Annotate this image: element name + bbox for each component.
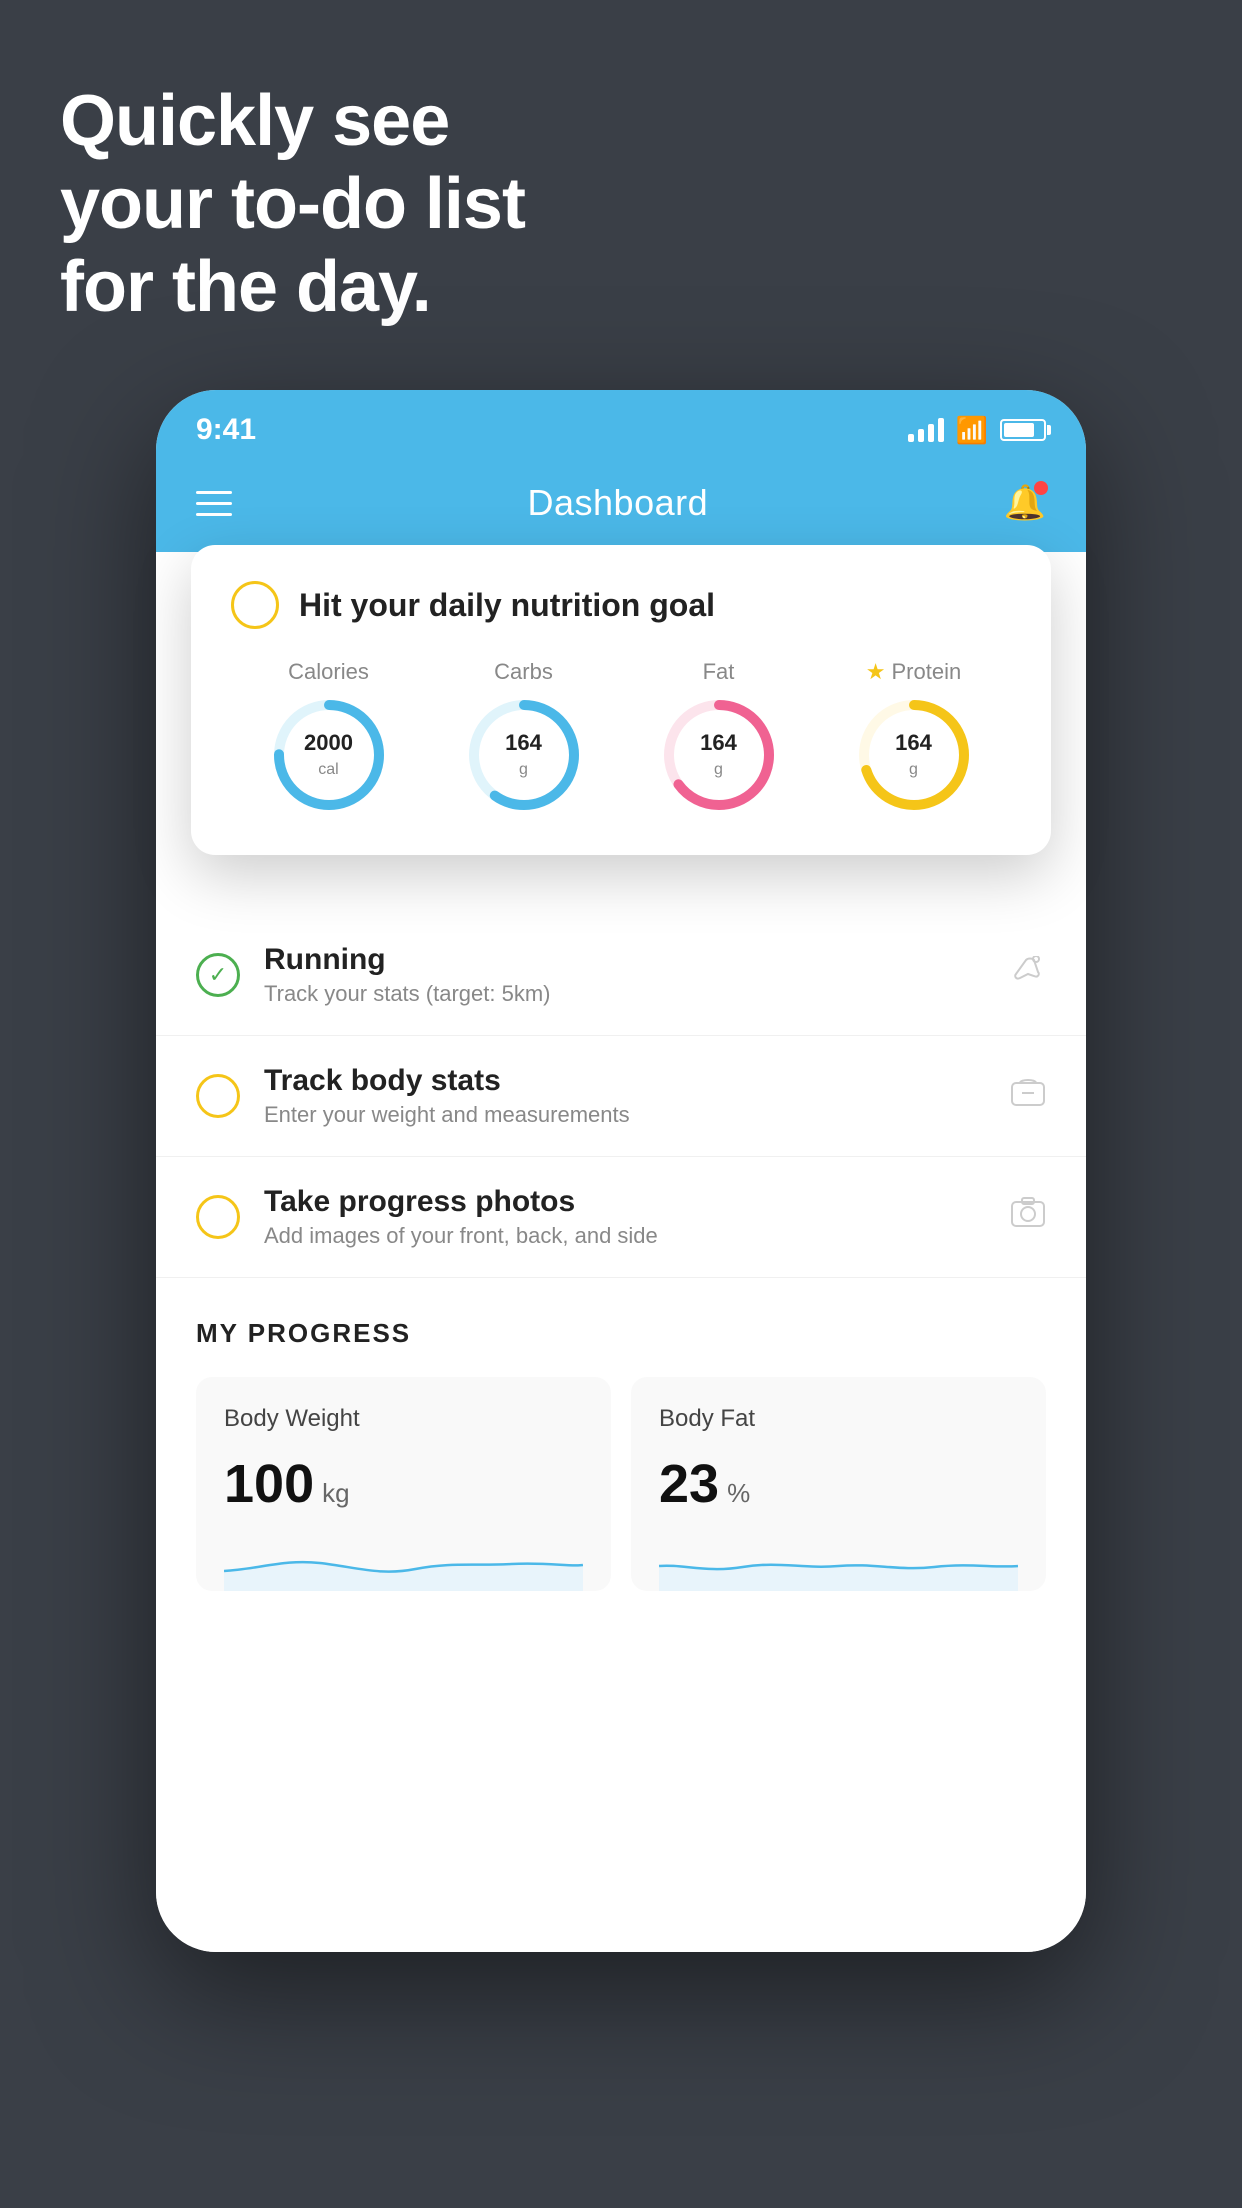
calories-label: Calories (288, 659, 369, 685)
todo-list: ✓ Running Track your stats (target: 5km)… (156, 915, 1086, 1278)
macro-calories: Calories 2000cal (269, 659, 389, 815)
carbs-value: 164g (505, 731, 542, 779)
progress-section: MY PROGRESS Body Weight 100 kg (156, 1278, 1086, 1611)
todo-sub-running: Track your stats (target: 5km) (264, 981, 550, 1007)
protein-value: 164g (895, 731, 932, 779)
fat-wave (659, 1531, 1018, 1591)
protein-ring: 164g (854, 695, 974, 815)
progress-card-weight-title: Body Weight (224, 1405, 583, 1433)
menu-button[interactable] (196, 491, 232, 516)
fat-label: Fat (703, 659, 735, 685)
progress-card-weight-value: 100 kg (224, 1453, 583, 1515)
macros-row: Calories 2000cal Carbs 164g (231, 659, 1011, 815)
app-header: Dashboard 🔔 (156, 462, 1086, 552)
weight-number: 100 (224, 1453, 314, 1515)
progress-card-fat[interactable]: Body Fat 23 % (631, 1377, 1046, 1591)
photo-icon (1010, 1196, 1046, 1239)
weight-wave (224, 1531, 583, 1591)
todo-sub-body-stats: Enter your weight and measurements (264, 1102, 630, 1128)
calories-ring: 2000cal (269, 695, 389, 815)
todo-name-photos: Take progress photos (264, 1185, 658, 1219)
nutrition-checkbox[interactable] (231, 581, 279, 629)
scale-icon (1010, 1075, 1046, 1118)
calories-value: 2000cal (304, 731, 353, 779)
progress-title: MY PROGRESS (196, 1318, 1046, 1349)
todo-sub-photos: Add images of your front, back, and side (264, 1223, 658, 1249)
todo-name-running: Running (264, 943, 550, 977)
todo-item-photos[interactable]: Take progress photos Add images of your … (156, 1157, 1086, 1278)
status-bar: 9:41 📶 (156, 390, 1086, 462)
running-icon (1006, 956, 1046, 995)
signal-icon (908, 418, 944, 442)
todo-item-body-stats[interactable]: Track body stats Enter your weight and m… (156, 1036, 1086, 1157)
progress-cards: Body Weight 100 kg Body Fat (196, 1377, 1046, 1591)
battery-icon (1000, 419, 1046, 441)
todo-item-running[interactable]: ✓ Running Track your stats (target: 5km) (156, 915, 1086, 1036)
nutrition-title: Hit your daily nutrition goal (299, 587, 715, 624)
macro-protein: ★ Protein 164g (854, 659, 974, 815)
todo-name-body-stats: Track body stats (264, 1064, 630, 1098)
todo-info-photos: Take progress photos Add images of your … (264, 1185, 658, 1249)
fat-number: 23 (659, 1453, 719, 1515)
progress-card-weight[interactable]: Body Weight 100 kg (196, 1377, 611, 1591)
status-icons: 📶 (908, 415, 1046, 446)
macro-carbs: Carbs 164g (464, 659, 584, 815)
nutrition-card: Hit your daily nutrition goal Calories 2… (191, 545, 1051, 855)
wifi-icon: 📶 (956, 415, 988, 446)
todo-info-body-stats: Track body stats Enter your weight and m… (264, 1064, 630, 1128)
hero-line1: Quickly see (60, 80, 525, 163)
todo-checkbox-running[interactable]: ✓ (196, 953, 240, 997)
hero-line2: your to-do list (60, 163, 525, 246)
todo-checkbox-photos[interactable] (196, 1195, 240, 1239)
todo-info-running: Running Track your stats (target: 5km) (264, 943, 550, 1007)
nutrition-card-header: Hit your daily nutrition goal (231, 581, 1011, 629)
star-icon: ★ (866, 659, 886, 685)
notification-bell[interactable]: 🔔 (1004, 483, 1046, 523)
todo-checkbox-body-stats[interactable] (196, 1074, 240, 1118)
carbs-ring: 164g (464, 695, 584, 815)
protein-label: ★ Protein (866, 659, 961, 685)
notification-dot (1034, 481, 1048, 495)
progress-card-fat-title: Body Fat (659, 1405, 1018, 1433)
fat-value: 164g (700, 731, 737, 779)
macro-fat: Fat 164g (659, 659, 779, 815)
fat-unit: % (727, 1478, 750, 1509)
weight-unit: kg (322, 1478, 349, 1509)
status-time: 9:41 (196, 413, 256, 447)
hero-line3: for the day. (60, 246, 525, 329)
hero-text: Quickly see your to-do list for the day. (60, 80, 525, 328)
header-title: Dashboard (528, 482, 709, 524)
fat-ring: 164g (659, 695, 779, 815)
carbs-label: Carbs (494, 659, 553, 685)
progress-card-fat-value: 23 % (659, 1453, 1018, 1515)
